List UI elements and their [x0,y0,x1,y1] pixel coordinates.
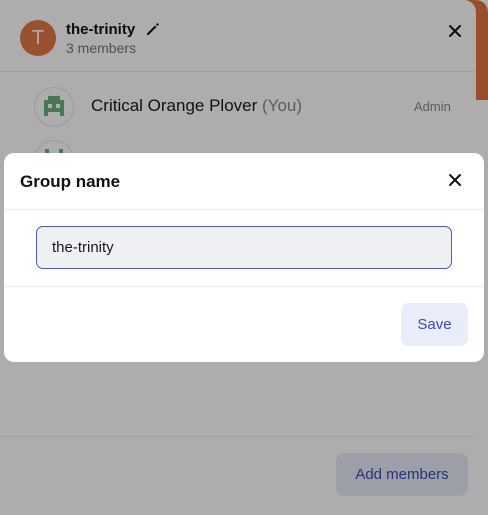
save-button[interactable]: Save [401,303,468,346]
close-icon[interactable] [448,173,462,187]
group-name-dialog: Group name Save [4,153,484,362]
group-name-input[interactable] [36,226,452,269]
divider [4,286,484,287]
divider [4,209,484,210]
dialog-title: Group name [20,172,121,191]
